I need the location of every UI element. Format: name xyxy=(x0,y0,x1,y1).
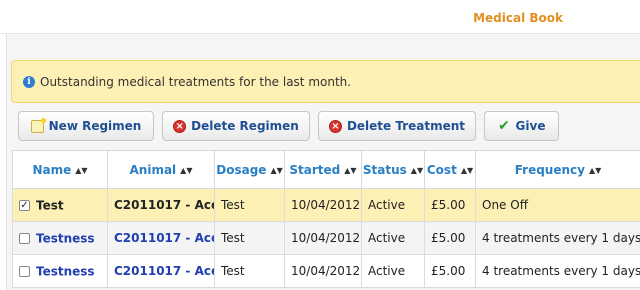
started-cell: 10/04/2012 xyxy=(284,254,362,288)
treatment-name-link[interactable]: Testness xyxy=(36,264,95,278)
row-checkbox[interactable] xyxy=(19,232,30,244)
cost-cell: £5.00 xyxy=(424,254,476,288)
animal-cell: C2011017 - Ace xyxy=(107,254,215,288)
animal-link[interactable]: C2011017 - Ace xyxy=(114,264,214,278)
treatments-table: Name ▲▼ Animal ▲▼ Dosage ▲▼ Started ▲▼ Statu… xyxy=(12,150,640,288)
sort-icon: ▲▼ xyxy=(460,165,474,175)
treatment-name[interactable]: Test xyxy=(36,198,64,212)
title-bar: Medical Book xyxy=(0,0,640,34)
sort-icon: ▲▼ xyxy=(588,165,602,175)
status-cell: Active xyxy=(361,188,425,222)
name-cell: Testness xyxy=(12,254,108,288)
sort-icon: ▲▼ xyxy=(344,165,357,175)
new-document-icon xyxy=(30,117,46,133)
status-cell: Active xyxy=(361,221,425,255)
delete-regimen-button[interactable]: × Delete Regimen xyxy=(162,111,310,141)
table-header-row: Name ▲▼ Animal ▲▼ Dosage ▲▼ Started ▲▼ Statu… xyxy=(12,150,640,189)
started-cell: 10/04/2012 xyxy=(284,188,362,222)
info-message: Outstanding medical treatments for the l… xyxy=(40,75,352,89)
frequency-cell: 4 treatments every 1 days xyxy=(475,254,640,288)
new-regimen-label: New Regimen xyxy=(48,119,142,133)
table-row[interactable]: ✓ Test C2011017 - Ace Test 10/04/2012 Act… xyxy=(12,188,640,222)
sort-icon: ▲▼ xyxy=(180,165,193,175)
new-regimen-button[interactable]: New Regimen xyxy=(18,111,154,141)
frequency-cell: 4 treatments every 1 days xyxy=(475,221,640,255)
started-cell: 10/04/2012 xyxy=(284,221,362,255)
row-checkbox[interactable]: ✓ xyxy=(19,199,30,211)
sort-icon: ▲▼ xyxy=(270,165,283,175)
animal-cell: C2011017 - Ace xyxy=(107,188,215,222)
column-header-animal[interactable]: Animal ▲▼ xyxy=(107,150,215,189)
info-icon: i xyxy=(23,76,35,88)
table-row[interactable]: Testness C2011017 - Ace Test 10/04/2012 … xyxy=(12,221,640,255)
give-label: Give xyxy=(515,119,546,133)
dosage-cell: Test xyxy=(214,221,285,255)
animal-cell: C2011017 - Ace xyxy=(107,221,215,255)
status-cell: Active xyxy=(361,254,425,288)
column-header-cost[interactable]: Cost ▲▼ xyxy=(424,150,476,189)
column-header-frequency[interactable]: Frequency ▲▼ xyxy=(475,150,640,189)
sort-icon: ▲▼ xyxy=(75,165,88,175)
checkmark-icon: ✔ xyxy=(498,117,510,134)
delete-icon: × xyxy=(328,119,342,133)
info-banner: i Outstanding medical treatments for the… xyxy=(11,60,640,103)
delete-treatment-label: Delete Treatment xyxy=(346,119,466,133)
animal-link[interactable]: C2011017 - Ace xyxy=(114,231,214,245)
cost-cell: £5.00 xyxy=(424,188,476,222)
column-header-status[interactable]: Status ▲▼ xyxy=(361,150,425,189)
name-cell: ✓ Test xyxy=(12,188,108,222)
treatment-name-link[interactable]: Testness xyxy=(36,231,95,245)
column-header-name[interactable]: Name ▲▼ xyxy=(12,150,108,189)
cost-cell: £5.00 xyxy=(424,221,476,255)
table-row[interactable]: Testness C2011017 - Ace Test 10/04/2012 … xyxy=(12,254,640,288)
delete-regimen-label: Delete Regimen xyxy=(191,119,299,133)
name-cell: Testness xyxy=(12,221,108,255)
frequency-cell: One Off xyxy=(475,188,640,222)
column-header-started[interactable]: Started ▲▼ xyxy=(284,150,362,189)
sort-icon: ▲▼ xyxy=(410,165,424,175)
delete-treatment-button[interactable]: × Delete Treatment xyxy=(318,111,476,141)
dosage-cell: Test xyxy=(214,188,285,222)
dosage-cell: Test xyxy=(214,254,285,288)
give-button[interactable]: ✔ Give xyxy=(484,111,559,141)
animal-link[interactable]: C2011017 - Ace xyxy=(114,198,214,212)
column-header-dosage[interactable]: Dosage ▲▼ xyxy=(214,150,285,189)
page-title: Medical Book xyxy=(473,11,563,25)
delete-icon: × xyxy=(173,119,187,133)
row-checkbox[interactable] xyxy=(19,265,30,277)
